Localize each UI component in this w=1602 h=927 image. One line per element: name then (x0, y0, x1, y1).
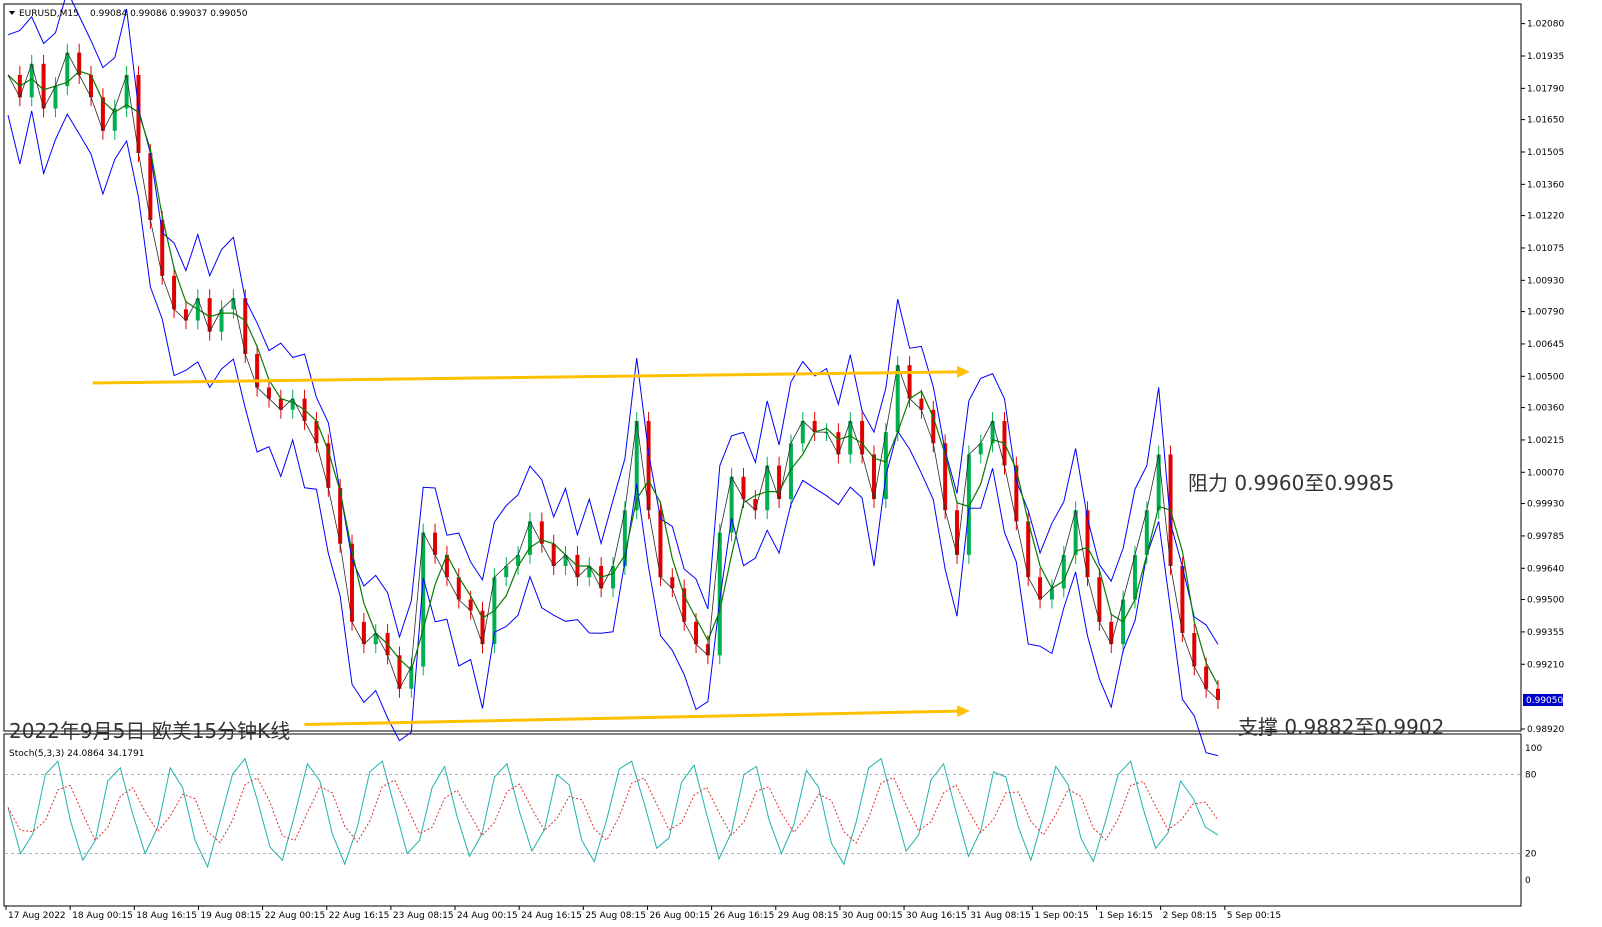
price-tick-label: 1.00215 (1527, 436, 1564, 446)
price-tick-label: 1.00790 (1527, 308, 1564, 318)
symbol-label: EURUSD,M15 (19, 9, 79, 19)
price-tick-label: 1.01360 (1527, 180, 1564, 190)
price-tick-label: 1.00645 (1527, 340, 1564, 350)
price-axis: 1.02080 1.01935 1.01790 1.01650 1.01505 1.013… (1521, 20, 1564, 735)
time-tick-label: 19 Aug 08:15 (200, 911, 261, 921)
price-tick-label: 1.01935 (1527, 52, 1564, 62)
price-tick-label: 1.01220 (1527, 212, 1564, 222)
stochastic-level-label: 80 (1525, 770, 1537, 780)
price-tick-label: 1.01650 (1527, 116, 1564, 126)
time-tick-label: 1 Sep 16:15 (1098, 911, 1152, 921)
price-tick-label: 1.00930 (1527, 276, 1564, 286)
current-price-label: 0.99050 (1526, 696, 1563, 706)
price-tick-label: 1.00070 (1527, 468, 1564, 478)
time-tick-label: 1 Sep 00:15 (1034, 911, 1088, 921)
price-tick-label: 0.99930 (1527, 500, 1564, 510)
time-axis: 17 Aug 2022 18 Aug 00:15 18 Aug 16:15 19 Au… (5, 906, 1281, 921)
price-tick-label: 0.99500 (1527, 596, 1564, 606)
price-tick-label: 0.98920 (1527, 725, 1564, 735)
time-tick-label: 30 Aug 16:15 (906, 911, 967, 921)
chart-canvas: 1.02080 1.01935 1.01790 1.01650 1.01505 1.013… (3, 0, 1564, 921)
ohlc-label: 0.99084 0.99086 0.99037 0.99050 (90, 9, 248, 19)
time-tick-label: 23 Aug 08:15 (393, 911, 454, 921)
stochastic-level-label: 20 (1525, 850, 1537, 860)
time-tick-label: 25 Aug 08:15 (585, 911, 646, 921)
price-tick-label: 1.02080 (1527, 20, 1564, 30)
time-tick-label: 30 Aug 00:15 (842, 911, 903, 921)
time-tick-label: 31 Aug 08:15 (970, 911, 1031, 921)
time-tick-label: 26 Aug 16:15 (714, 911, 775, 921)
price-tick-label: 0.99785 (1527, 532, 1564, 542)
current-price-marker: 0.99050 (1523, 693, 1563, 706)
time-tick-label: 26 Aug 00:15 (649, 911, 710, 921)
indicator-frame (3, 733, 1522, 907)
price-tick-label: 1.01505 (1527, 148, 1564, 158)
support-annotation: 支撑 0.9882至0.9902 (1238, 715, 1444, 739)
time-tick-label: 18 Aug 16:15 (136, 911, 197, 921)
time-tick-label: 5 Sep 00:15 (1227, 911, 1281, 921)
price-tick-label: 1.01790 (1527, 84, 1564, 94)
time-tick-label: 24 Aug 16:15 (521, 911, 582, 921)
stochastic-label: Stoch(5,3,3) 24.0864 34.1791 (9, 749, 144, 759)
price-tick-label: 0.99355 (1527, 628, 1564, 638)
price-tick-label: 1.01075 (1527, 244, 1564, 254)
time-tick-label: 2 Sep 08:15 (1163, 911, 1217, 921)
price-tick-label: 1.00360 (1527, 404, 1564, 414)
price-tick-label: 0.99640 (1527, 564, 1564, 574)
time-tick-label: 17 Aug 2022 (8, 911, 66, 921)
time-tick-label: 24 Aug 00:15 (457, 911, 518, 921)
main-chart-frame (3, 3, 1522, 732)
time-tick-label: 22 Aug 00:15 (265, 911, 326, 921)
price-tick-label: 1.00500 (1527, 372, 1564, 382)
chart-header: EURUSD,M15 0.99084 0.99086 0.99037 0.990… (9, 9, 248, 19)
stochastic-level-label: 0 (1525, 876, 1531, 886)
time-tick-label: 18 Aug 00:15 (72, 911, 133, 921)
time-tick-label: 29 Aug 08:15 (778, 911, 839, 921)
resistance-annotation: 阻力 0.9960至0.9985 (1188, 471, 1394, 495)
stochastic-level-label: 100 (1525, 744, 1542, 754)
chart-title-annotation: 2022年9月5日 欧美15分钟K线 (9, 719, 290, 743)
price-tick-label: 0.99210 (1527, 660, 1564, 670)
time-tick-label: 22 Aug 16:15 (329, 911, 390, 921)
